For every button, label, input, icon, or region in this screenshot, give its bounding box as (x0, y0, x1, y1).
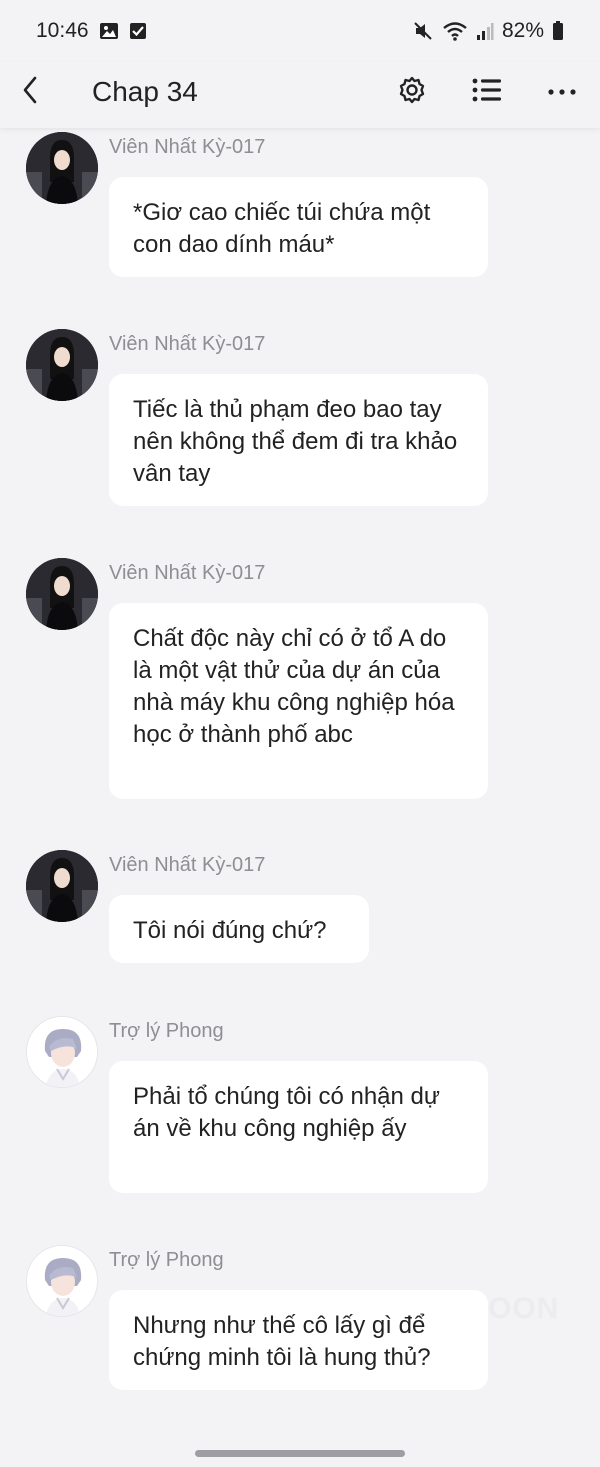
check-square-icon (129, 22, 147, 40)
message-bubble: Tôi nói đúng chứ? (109, 895, 369, 963)
page-title: Chap 34 (92, 76, 198, 107)
sender-name: Trợ lý Phong (109, 1249, 224, 1271)
sender-name: Viên Nhất Kỳ-017 (109, 136, 266, 158)
sender-name: Trợ lý Phong (109, 1020, 224, 1042)
back-button[interactable] (16, 76, 44, 108)
avatar[interactable] (26, 558, 98, 630)
message-bubble: Chất độc này chỉ có ở tổ A do là một vật… (109, 603, 488, 799)
watermark: OON (488, 1292, 560, 1325)
sender-name: Viên Nhất Kỳ-017 (109, 562, 266, 584)
battery-percent: 82% (501, 19, 544, 42)
wifi-icon (442, 20, 468, 42)
gallery-icon (99, 22, 119, 40)
message-bubble: Phải tổ chúng tôi có nhận dự án về khu c… (109, 1061, 488, 1193)
mute-icon (412, 20, 434, 42)
message-bubble: Nhưng như thế cô lấy gì để chứng minh tô… (109, 1290, 488, 1390)
list-icon (472, 78, 502, 107)
avatar[interactable] (26, 850, 98, 922)
more-dots-icon (547, 83, 577, 101)
settings-button[interactable] (392, 72, 432, 112)
back-arrow-icon (22, 76, 38, 109)
chat-list[interactable]: Viên Nhất Kỳ-017 *Giơ cao chiếc túi chứa… (0, 128, 600, 1428)
avatar[interactable] (26, 1016, 98, 1088)
message-bubble: Tiếc là thủ phạm đeo bao tay nên không t… (109, 374, 488, 506)
avatar[interactable] (26, 1245, 98, 1317)
more-button[interactable] (542, 72, 582, 112)
signal-icon (476, 21, 494, 41)
battery-icon (552, 21, 564, 41)
status-bar: 10:46 82% (0, 0, 600, 62)
status-time: 10:46 (36, 19, 89, 42)
sender-name: Viên Nhất Kỳ-017 (109, 854, 266, 876)
home-indicator[interactable] (195, 1450, 405, 1457)
avatar[interactable] (26, 132, 98, 204)
app-bar: Chap 34 (0, 62, 600, 128)
message-bubble: *Giơ cao chiếc túi chứa một con dao dính… (109, 177, 488, 277)
settings-gear-icon (397, 75, 427, 110)
chapter-list-button[interactable] (467, 72, 507, 112)
sender-name: Viên Nhất Kỳ-017 (109, 333, 266, 355)
avatar[interactable] (26, 329, 98, 401)
